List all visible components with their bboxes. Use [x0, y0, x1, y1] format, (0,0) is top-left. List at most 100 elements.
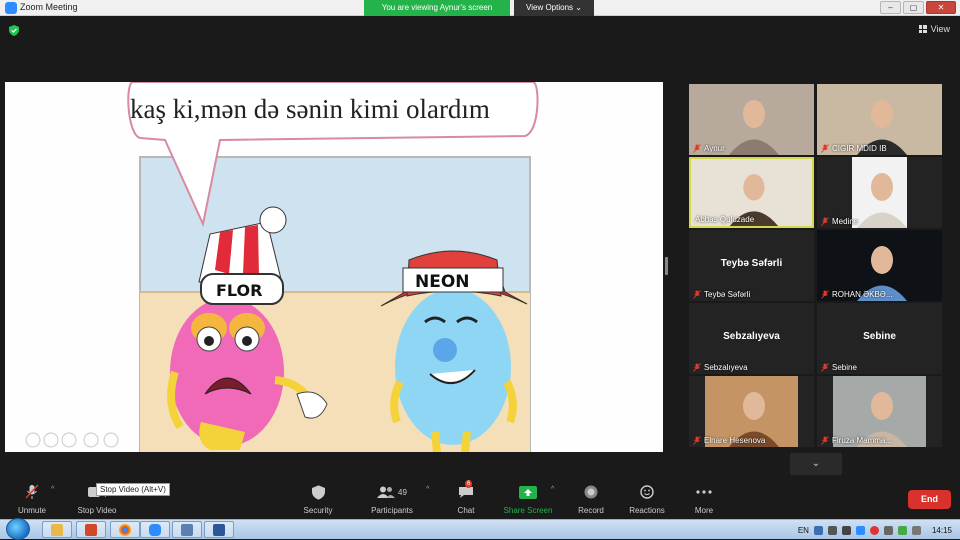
window-title: Zoom Meeting — [20, 2, 78, 12]
unmute-button[interactable]: Unmute — [14, 483, 50, 515]
security-label: Security — [303, 506, 333, 515]
tray-zoom-icon[interactable] — [855, 525, 865, 535]
participants-count: 49 — [398, 487, 407, 497]
participants-button[interactable]: 49 Participants — [368, 483, 416, 515]
share-screen-arrow-icon — [519, 485, 537, 499]
language-indicator[interactable]: EN — [798, 526, 809, 535]
window-controls: – ▢ ✕ — [880, 1, 956, 14]
taskbar-clock[interactable]: 14:15 — [932, 526, 952, 535]
audio-options-caret[interactable]: ^ — [51, 486, 54, 493]
participant-tile[interactable]: Aynur — [689, 84, 814, 155]
participant-tile[interactable]: Abbas Quluzade — [689, 157, 814, 228]
stop-video-label: Stop Video — [77, 506, 117, 515]
participant-name-large: Sebine — [863, 331, 896, 342]
microphone-muted-icon — [693, 290, 701, 299]
taskbar-powerpoint[interactable] — [76, 521, 106, 538]
network-icon[interactable] — [897, 525, 907, 535]
microphone-muted-icon — [821, 363, 829, 372]
participant-name-label: Firuza Mamma... — [821, 436, 892, 445]
view-layout-button[interactable]: View — [918, 24, 950, 34]
participant-name-label: Teybə Səfərli — [693, 290, 750, 299]
microphone-muted-icon — [693, 363, 701, 372]
speech-bubble-text: kaş ki,mən də sənin kimi olardım — [130, 94, 490, 124]
participants-label: Participants — [371, 506, 413, 515]
encryption-shield-icon[interactable] — [9, 25, 19, 36]
share-options-caret[interactable]: ^ — [551, 486, 554, 493]
chevron-down-icon[interactable]: ⌄ — [790, 453, 842, 475]
more-dots-icon — [696, 490, 712, 494]
system-tray: EN 14:15 — [798, 520, 960, 540]
tray-app-icon[interactable] — [813, 525, 823, 535]
view-label: View — [930, 24, 950, 34]
participants-icon — [377, 486, 396, 498]
volume-icon[interactable] — [911, 525, 921, 535]
taskbar-word[interactable] — [204, 521, 234, 538]
app-window-icon — [181, 523, 193, 536]
viewing-screen-banner: You are viewing Aynur's screen — [364, 0, 510, 16]
grid-view-icon — [918, 25, 927, 33]
tray-app-icon[interactable] — [883, 525, 893, 535]
shared-comic-image: kaş ki,mən də sənin kimi olardım FLOR NE… — [25, 82, 539, 452]
taskbar-window[interactable] — [172, 521, 202, 538]
participant-tile[interactable]: Sebzalıyeva Sebzalıyeva — [689, 303, 814, 374]
taskbar-explorer[interactable] — [42, 521, 72, 538]
reactions-label: Reactions — [629, 506, 665, 515]
end-meeting-button[interactable]: End — [908, 490, 951, 509]
unmute-label: Unmute — [17, 506, 46, 515]
participant-tile[interactable]: Medine — [817, 157, 942, 228]
security-button[interactable]: Security — [300, 483, 336, 515]
record-label: Record — [578, 506, 604, 515]
taskbar-zoom[interactable] — [140, 521, 170, 538]
zoom-icon — [149, 523, 161, 536]
microphone-muted-icon — [25, 484, 39, 499]
tray-app-icon[interactable] — [841, 525, 851, 535]
annotation-controls[interactable] — [25, 432, 119, 448]
folder-icon — [51, 523, 63, 536]
share-screen-button[interactable]: Share Screen — [502, 483, 554, 515]
minimize-button[interactable]: – — [880, 1, 901, 14]
more-button[interactable]: More — [690, 483, 718, 515]
view-options-button[interactable]: View Options ⌄ — [514, 0, 594, 16]
chrome-icon — [119, 523, 131, 536]
word-icon — [213, 523, 225, 536]
reactions-smiley-icon — [640, 485, 654, 499]
chat-button[interactable]: 6 Chat — [454, 480, 478, 515]
more-label: More — [694, 506, 714, 515]
tray-app-icon[interactable] — [827, 525, 837, 535]
participants-options-caret[interactable]: ^ — [426, 486, 429, 493]
participant-name-label: Elnare Hesenova — [693, 436, 765, 445]
participant-name-label: Aynur — [693, 144, 725, 153]
participant-tile[interactable]: Teybə Səfərli Teybə Səfərli — [689, 230, 814, 301]
powerpoint-icon — [85, 523, 97, 536]
maximize-button[interactable]: ▢ — [903, 1, 924, 14]
windows-taskbar: EN 14:15 — [0, 518, 960, 540]
start-button-icon[interactable] — [6, 518, 30, 540]
participant-name-label: Abbas Quluzade — [695, 215, 755, 224]
meeting-top-bar: View — [0, 16, 960, 44]
participant-tile[interactable]: Firuza Mamma... — [817, 376, 942, 447]
close-window-button[interactable]: ✕ — [926, 1, 956, 14]
security-shield-icon — [311, 484, 325, 500]
stop-video-tooltip: Stop Video (Alt+V) — [96, 483, 170, 496]
participant-name-label: ROHAN ƏKBƏ... — [821, 290, 893, 299]
taskbar-chrome[interactable] — [110, 521, 140, 538]
microphone-muted-icon — [693, 144, 701, 153]
panel-resize-handle[interactable] — [665, 257, 668, 275]
hat-label-left: FLOR — [216, 281, 262, 300]
participant-tile[interactable]: ROHAN ƏKBƏ... — [817, 230, 942, 301]
tray-app-icon[interactable] — [869, 525, 879, 535]
zoom-app-icon — [5, 2, 17, 14]
participant-tile[interactable]: CIGIR MDID IB — [817, 84, 942, 155]
participant-tile[interactable]: Elnare Hesenova — [689, 376, 814, 447]
chat-label: Chat — [457, 506, 475, 515]
share-screen-label: Share Screen — [503, 506, 553, 515]
participant-name-label: Medine — [821, 217, 858, 226]
record-button[interactable]: Record — [574, 483, 608, 515]
hat-label-right: NEON — [415, 272, 470, 292]
microphone-muted-icon — [821, 144, 829, 153]
microphone-muted-icon — [821, 290, 829, 299]
participant-name-large: Teybə Səfərli — [720, 258, 783, 269]
participant-name-label: CIGIR MDID IB — [821, 144, 887, 153]
reactions-button[interactable]: Reactions — [626, 483, 668, 515]
participant-tile[interactable]: Sebine Sebine — [817, 303, 942, 374]
